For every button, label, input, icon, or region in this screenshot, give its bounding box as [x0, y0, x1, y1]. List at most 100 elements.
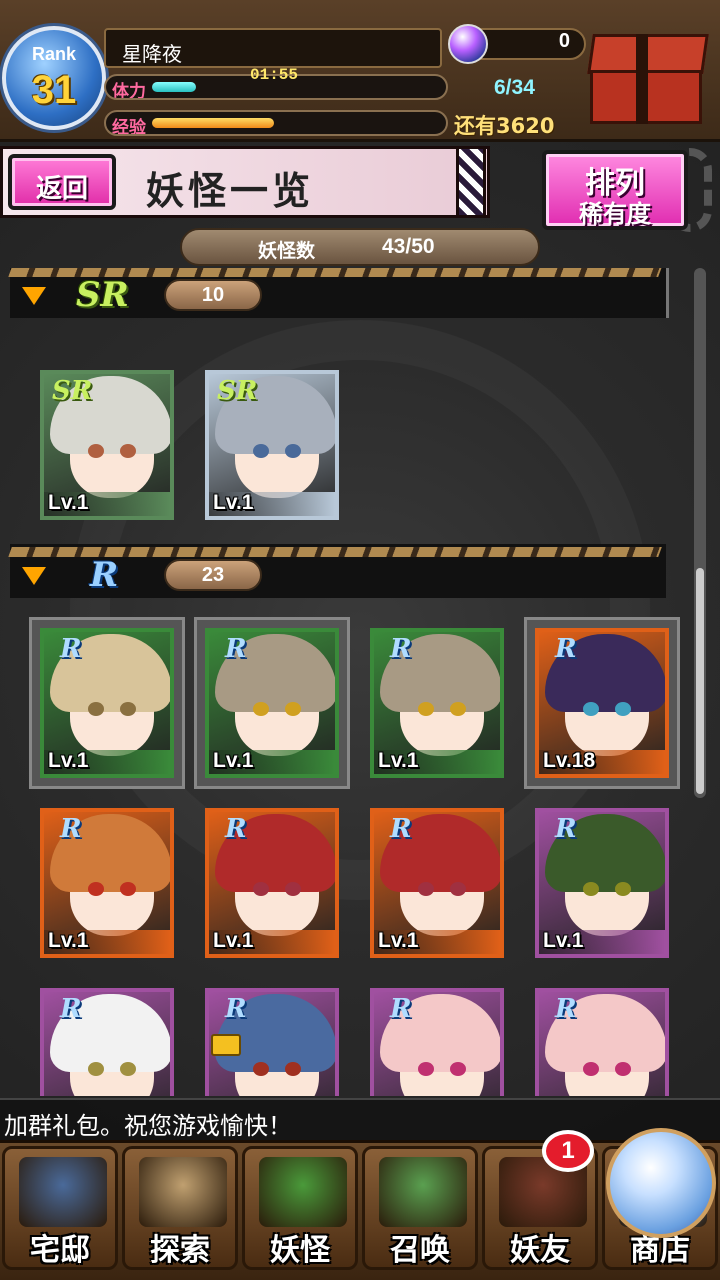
section-rarity: SR: [76, 275, 129, 315]
card-eye: [120, 444, 136, 458]
card-eye: [285, 444, 301, 458]
card-eye: [418, 702, 434, 716]
card-eye: [253, 882, 269, 896]
card-eye: [253, 1062, 269, 1076]
rarity-badge-icon: R: [225, 994, 247, 1024]
rarity-badge-icon: R: [390, 634, 412, 664]
monster-list[interactable]: Lv.1 Lv.1 Lv.1 Lv.1 SR 10 SR Lv.1 SR Lv.1 R 23 R Lv.1…: [0, 268, 720, 1096]
card-eye: [615, 882, 631, 896]
card-eye: [88, 882, 104, 896]
nav-button-magnifier[interactable]: 探索: [122, 1146, 238, 1270]
scroll-icon: [259, 1157, 347, 1227]
rarity-badge-icon: R: [60, 994, 82, 1024]
monster-card[interactable]: R: [370, 988, 504, 1096]
rank-emblem[interactable]: Rank 31: [2, 26, 106, 130]
monster-card[interactable]: R Lv.18: [535, 628, 669, 778]
card-eye: [285, 882, 301, 896]
section-count: 23: [164, 559, 262, 591]
card-eye: [450, 882, 466, 896]
monster-card[interactable]: R Lv.1: [40, 808, 174, 958]
monster-card[interactable]: R Lv.1: [40, 628, 174, 778]
card-eye: [285, 702, 301, 716]
card-eye: [88, 702, 104, 716]
sort-button[interactable]: 排列 稀有度: [542, 150, 688, 230]
lock-icon: [211, 1034, 241, 1056]
chest-band: [636, 34, 648, 124]
exp-label: 经验: [112, 118, 146, 136]
section-rarity: R: [90, 555, 119, 595]
collapse-arrow-icon[interactable]: [22, 567, 46, 585]
capacity-count: 6/34: [494, 76, 535, 99]
rarity-badge-icon: R: [60, 634, 82, 664]
nav-button-house[interactable]: 宅邸: [2, 1146, 118, 1270]
rarity-badge-icon: SR: [52, 376, 93, 406]
section-count: 10: [164, 279, 262, 311]
section-header[interactable]: R 23: [8, 544, 666, 598]
card-level: Lv.1: [48, 749, 89, 772]
card-eye: [120, 1062, 136, 1076]
rarity-badge-icon: R: [225, 634, 247, 664]
card-eye: [253, 702, 269, 716]
rarity-badge-icon: R: [225, 814, 247, 844]
player-name: 星降夜: [122, 42, 182, 66]
card-eye: [285, 1062, 301, 1076]
card-level: Lv.1: [48, 929, 89, 952]
section-header[interactable]: SR 10: [8, 268, 666, 318]
scrollbar[interactable]: [694, 268, 706, 798]
rarity-badge-icon: R: [555, 994, 577, 1024]
collapse-arrow-icon[interactable]: [22, 287, 46, 305]
title-decoration: [456, 146, 486, 218]
card-eye: [88, 444, 104, 458]
rarity-badge-icon: SR: [217, 376, 258, 406]
monster-card[interactable]: R Lv.1: [370, 808, 504, 958]
back-button[interactable]: 返回: [8, 154, 116, 210]
card-eye: [583, 882, 599, 896]
rank-value: 31: [31, 68, 77, 112]
monster-count-label: 妖怪数: [258, 240, 316, 262]
card-eye: [253, 444, 269, 458]
card-eye: [615, 1062, 631, 1076]
monster-card[interactable]: R: [205, 988, 339, 1096]
card-level: Lv.1: [378, 929, 419, 952]
stamina-timer: 01:55: [250, 66, 299, 84]
scrollbar-thumb[interactable]: [696, 568, 704, 794]
rarity-badge-icon: R: [390, 814, 412, 844]
monster-card[interactable]: R Lv.1: [535, 808, 669, 958]
exp-bar: 经验: [104, 110, 448, 136]
card-level: Lv.1: [378, 749, 419, 772]
card-level: Lv.1: [213, 491, 254, 514]
monster-card[interactable]: SR Lv.1: [205, 370, 339, 520]
nav-button-scroll[interactable]: 妖怪: [242, 1146, 358, 1270]
monster-card[interactable]: R: [535, 988, 669, 1096]
card-level: Lv.1: [213, 929, 254, 952]
treasure-chest-icon[interactable]: [586, 26, 712, 130]
nav-label: 宅邸: [30, 1233, 90, 1268]
player-name-box: 星降夜: [104, 28, 442, 68]
magnifier-icon: [139, 1157, 227, 1227]
card-eye: [450, 702, 466, 716]
card-level: Lv.18: [543, 749, 596, 772]
card-eye: [120, 702, 136, 716]
ticker-text: 加群礼包。祝您游戏愉快！: [4, 1112, 292, 1140]
card-eye: [583, 1062, 599, 1076]
rank-label: Rank: [31, 44, 76, 64]
monster-card[interactable]: R Lv.1: [205, 628, 339, 778]
card-eye: [120, 882, 136, 896]
nav-button-pentagram[interactable]: 召唤: [362, 1146, 478, 1270]
card-level: Lv.1: [543, 929, 584, 952]
notification-badge: 1: [542, 1130, 594, 1172]
nav-label: 探索: [150, 1233, 210, 1268]
chest-lid: [587, 34, 709, 74]
monster-card[interactable]: R Lv.1: [205, 808, 339, 958]
monster-card[interactable]: SR Lv.1: [40, 370, 174, 520]
gem-icon: [448, 24, 488, 64]
pentagram-icon: [379, 1157, 467, 1227]
page-title: 妖怪一览: [146, 168, 315, 213]
card-eye: [450, 1062, 466, 1076]
news-ticker: 加群礼包。祝您游戏愉快！: [0, 1098, 720, 1140]
monster-card[interactable]: R: [40, 988, 174, 1096]
monster-card[interactable]: R Lv.1: [370, 628, 504, 778]
shop-orb-icon[interactable]: [606, 1128, 716, 1238]
back-button-label: 返回: [35, 174, 88, 204]
house-icon: [19, 1157, 107, 1227]
